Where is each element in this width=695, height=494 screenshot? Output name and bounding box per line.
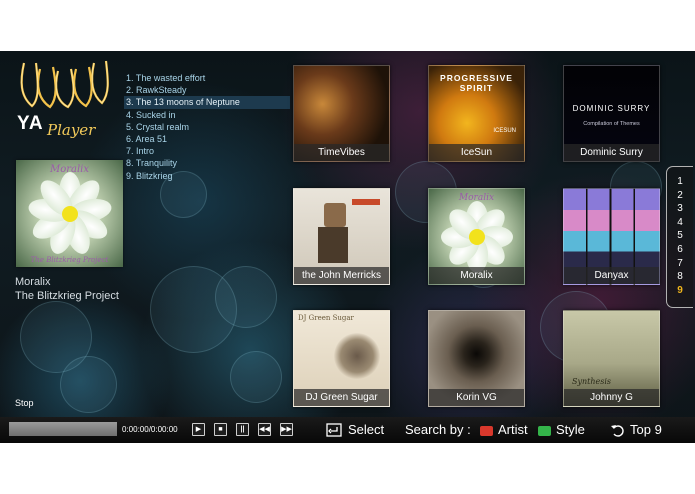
progress-bar[interactable] [9,422,117,436]
track-item-selected[interactable]: 3. The 13 moons of Neptune [124,96,290,109]
logo-player-text: Player [47,121,96,139]
track-list: 1. The wasted effort 2. RawkSteady 3. Th… [124,72,290,182]
stop-icon: ■ [218,426,223,433]
album-label: Dominic Surry [564,144,659,161]
top-hint[interactable]: Top 9 [630,422,662,437]
fast-forward-icon: ▶▶ [281,426,292,433]
album-label: Moralix [429,267,524,284]
now-playing-album: The Blitzkrieg Project [15,290,119,302]
pause-icon: || [240,426,245,433]
track-item[interactable]: 6. Area 51 [124,133,290,145]
album-tile-timevibes[interactable]: TimeVibes [293,65,390,162]
bokeh-circle [60,356,117,413]
page-number[interactable]: 1 [667,175,693,189]
cover-figure-body [318,227,348,263]
track-item[interactable]: 9. Blitzkrieg [124,170,290,182]
page-number[interactable]: 6 [667,243,693,257]
green-key-icon [538,426,551,436]
page-number-current[interactable]: 9 [667,284,693,298]
album-label: IceSun [429,144,524,161]
page-number[interactable]: 3 [667,202,693,216]
bokeh-circle [215,266,277,328]
flower-center [61,205,78,222]
track-item[interactable]: 2. RawkSteady [124,84,290,96]
style-hint[interactable]: Style [556,422,585,437]
now-playing-cover: Moralix The Blitzkrieg Project [16,160,123,267]
track-item[interactable]: 1. The wasted effort [124,72,290,84]
album-cover-text: DOMINIC SURRY [572,104,651,113]
album-cover-text: Compilation of Themes [583,121,640,127]
album-cover-text: PROGRESSIVE SPIRIT [440,73,513,93]
album-tile-icesun[interactable]: PROGRESSIVE SPIRIT ICESUN IceSun [428,65,525,162]
artist-hint[interactable]: Artist [498,422,528,437]
track-item[interactable]: 8. Tranquility [124,157,290,169]
player-screen: YA Player Moralix The Blitzkrieg Project… [0,51,695,443]
bokeh-circle [230,351,282,403]
play-icon: ▶ [195,426,202,433]
album-tile-johnny-g[interactable]: Synthesis Johnny G [563,310,660,407]
red-key-icon [480,426,493,436]
cover-sign [352,199,380,205]
rewind-icon: ◀◀ [259,426,270,433]
album-label: Johnny G [564,389,659,406]
album-tile-dj-green-sugar[interactable]: DJ Green Sugar DJ Green Sugar [293,310,390,407]
playback-time: 0:00:00/0:00:00 [122,425,178,434]
page-number[interactable]: 2 [667,189,693,203]
logo-ya-text: YA [17,113,44,134]
flower-center [468,228,485,245]
album-label: DJ Green Sugar [294,389,389,406]
album-label: the John Merricks [294,267,389,284]
track-item[interactable]: 7. Intro [124,145,290,157]
play-button[interactable]: ▶ [192,423,205,436]
playback-status: Stop [15,398,34,408]
rewind-button[interactable]: ◀◀ [258,423,271,436]
cover-figure-head [324,203,346,227]
album-label: Danyax [564,267,659,284]
album-label: TimeVibes [294,144,389,161]
select-hint: Select [348,422,385,437]
search-by-hint: Search by : [405,422,471,437]
album-cover-text: DJ Green Sugar [298,314,354,322]
bottom-control-bar: 0:00:00/0:00:00 ▶ ■ || ◀◀ ▶▶ Select Sear… [0,417,695,443]
album-tile-moralix[interactable]: Moralix Moralix [428,188,525,285]
page-number[interactable]: 5 [667,229,693,243]
album-tile-danyax[interactable]: Danyax [563,188,660,285]
page-number[interactable]: 4 [667,216,693,230]
album-tile-john-merricks[interactable]: the John Merricks [293,188,390,285]
now-playing-artist: Moralix [15,276,51,288]
album-tile-dominic-surry[interactable]: DOMINIC SURRY Compilation of Themes Domi… [563,65,660,162]
album-cover-text: Synthesis [572,377,612,386]
album-tile-korin-vg[interactable]: Korin VG [428,310,525,407]
return-icon [611,425,624,437]
track-item[interactable]: 5. Crystal realm [124,121,290,133]
now-cover-subtitle: The Blitzkrieg Project [30,256,109,264]
cover-shape [334,333,380,379]
track-item[interactable]: 4. Sucked in [124,109,290,121]
page-number[interactable]: 7 [667,257,693,271]
album-label: Korin VG [429,389,524,406]
page-selector: 1 2 3 4 5 6 7 8 9 [666,166,693,308]
page-number[interactable]: 8 [667,270,693,284]
forward-button[interactable]: ▶▶ [280,423,293,436]
stop-button[interactable]: ■ [214,423,227,436]
enter-icon [326,423,342,437]
pause-button[interactable]: || [236,423,249,436]
album-cover-text: ICESUN [493,128,516,134]
